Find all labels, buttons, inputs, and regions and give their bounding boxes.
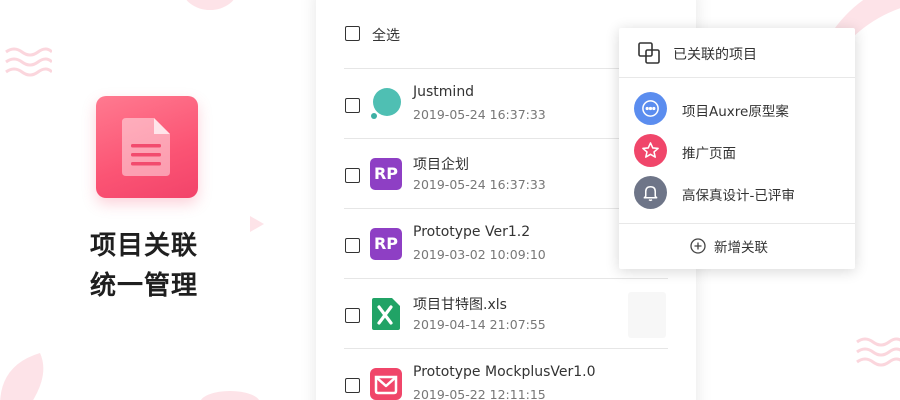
headline-line-2: 统一管理 — [90, 271, 199, 301]
row-checkbox[interactable] — [345, 238, 360, 253]
file-date: 2019-05-22 12:11:15 — [413, 387, 546, 400]
popover-header: 已关联的项目 — [619, 28, 855, 78]
file-date: 2019-04-14 21:07:55 — [413, 317, 546, 332]
file-name: 项目甘特图.xls — [413, 297, 507, 313]
excel-file-icon — [370, 298, 402, 330]
linked-projects-popover: 已关联的项目 项目Auxre原型案 推广页面 高保真设计-已评审 新增关联 — [619, 28, 855, 269]
decor-blob-top — [180, 0, 240, 24]
decor-wave-left — [4, 46, 52, 78]
add-link-label: 新增关联 — [714, 240, 768, 256]
file-date: 2019-05-24 16:37:33 — [413, 177, 546, 192]
decor-blob-bottom — [200, 385, 260, 400]
row-divider — [344, 278, 668, 279]
file-name: Justmind — [413, 84, 475, 100]
rp-file-icon: RP — [370, 158, 402, 190]
row-checkbox[interactable] — [345, 98, 360, 113]
file-row[interactable]: Prototype MockplusVer1.0 2019-05-22 12:1… — [316, 348, 696, 400]
select-all-checkbox[interactable] — [345, 26, 360, 41]
document-icon — [122, 118, 170, 176]
linked-project-item[interactable]: 推广页面 — [619, 130, 855, 172]
file-name: Prototype MockplusVer1.0 — [413, 364, 596, 380]
popover-title: 已关联的项目 — [673, 47, 757, 63]
linked-project-label: 推广页面 — [682, 146, 736, 162]
justmind-logo-icon — [370, 88, 402, 120]
file-name: 项目企划 — [413, 157, 469, 173]
row-checkbox[interactable] — [345, 308, 360, 323]
select-all-label: 全选 — [372, 28, 400, 44]
row-divider — [344, 348, 668, 349]
bell-icon — [634, 176, 667, 209]
rp-file-icon: RP — [370, 228, 402, 260]
headline-line-1: 项目关联 — [90, 231, 199, 261]
file-date: 2019-03-02 10:09:10 — [413, 247, 546, 262]
placeholder-tile — [628, 292, 666, 338]
decor-triangle — [250, 216, 266, 236]
file-name: Prototype Ver1.2 — [413, 224, 531, 240]
file-date: 2019-05-24 16:37:33 — [413, 107, 546, 122]
popover-footer: 新增关联 — [619, 223, 855, 269]
row-checkbox[interactable] — [345, 168, 360, 183]
row-checkbox[interactable] — [345, 378, 360, 393]
app-logo — [96, 96, 198, 198]
linked-project-label: 项目Auxre原型案 — [682, 104, 789, 120]
linked-project-item[interactable]: 项目Auxre原型案 — [619, 88, 855, 130]
add-link-button[interactable]: 新增关联 — [690, 236, 768, 256]
plus-circle-icon — [690, 238, 706, 254]
star-icon — [634, 134, 667, 167]
linked-project-label: 高保真设计-已评审 — [682, 188, 795, 204]
linked-project-item[interactable]: 高保真设计-已评审 — [619, 172, 855, 214]
decor-wave-right — [855, 336, 900, 370]
mockplus-file-icon — [370, 368, 402, 400]
chat-bubble-icon — [634, 92, 667, 125]
link-icon — [637, 41, 661, 69]
decor-blob-bottom-left — [0, 345, 50, 400]
